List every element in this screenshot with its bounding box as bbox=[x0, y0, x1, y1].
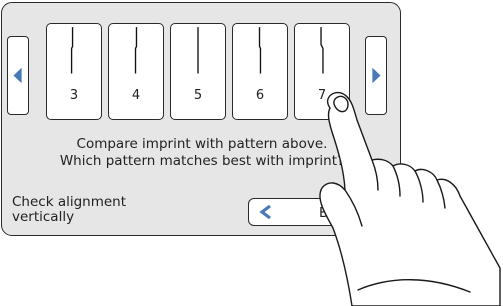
pattern-number: 5 bbox=[193, 88, 203, 103]
right-triangle-icon bbox=[372, 67, 381, 84]
back-chevron-icon bbox=[259, 204, 271, 220]
touch-screen: 3 4 5 6 7 Compare imprint with pattern a… bbox=[1, 2, 401, 236]
alignment-hint: Check alignment vertically bbox=[12, 195, 126, 225]
pattern-line bbox=[70, 27, 74, 74]
hint-line-1: Check alignment bbox=[12, 194, 127, 210]
pattern-number: 6 bbox=[255, 88, 265, 103]
pattern-card-6[interactable]: 6 bbox=[232, 23, 288, 120]
hint-line-2: vertically bbox=[12, 209, 75, 225]
back-button[interactable]: Back bbox=[248, 198, 368, 226]
instruction-line-1: Compare imprint with pattern above. bbox=[76, 136, 328, 152]
pattern-card-3[interactable]: 3 bbox=[46, 23, 102, 120]
pattern-number: 3 bbox=[69, 88, 79, 103]
left-triangle-icon bbox=[13, 67, 22, 84]
pattern-line bbox=[197, 27, 199, 74]
pattern-card-7[interactable]: 7 bbox=[294, 23, 350, 120]
pattern-line bbox=[320, 27, 324, 74]
pattern-line bbox=[258, 27, 262, 74]
pattern-number: 4 bbox=[131, 88, 141, 103]
pattern-card-5[interactable]: 5 bbox=[170, 23, 226, 120]
back-button-label: Back bbox=[319, 205, 352, 221]
previous-patterns-button[interactable] bbox=[7, 36, 29, 115]
instruction-line-2: Which pattern matches best with imprint? bbox=[59, 153, 345, 169]
pattern-line bbox=[134, 27, 138, 74]
next-patterns-button[interactable] bbox=[365, 36, 387, 115]
pattern-card-4[interactable]: 4 bbox=[108, 23, 164, 120]
instruction-text: Compare imprint with pattern above. Whic… bbox=[32, 136, 372, 170]
pattern-number: 7 bbox=[317, 88, 327, 103]
